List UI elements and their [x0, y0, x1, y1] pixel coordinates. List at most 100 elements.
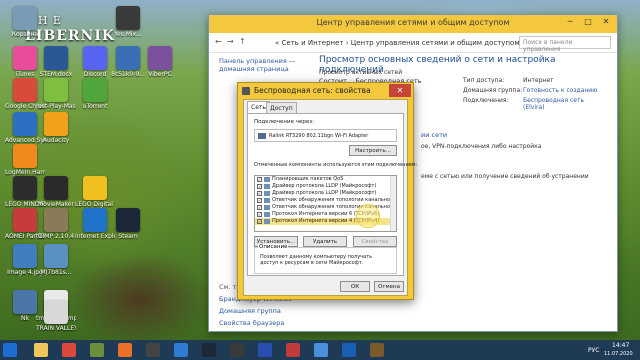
component-checkbox[interactable]: ✓ — [257, 177, 262, 182]
wireless-properties-dialog[interactable]: Беспроводная сеть: свойства ✕ Сеть Досту… — [237, 82, 418, 300]
cp-home-link-1[interactable]: Панель управления — — [219, 57, 295, 65]
desktop-icon[interactable]: Audacity — [36, 112, 76, 144]
component-label: Драйвер протокола LLDP (Майкрософт) — [272, 190, 377, 196]
cp-title-bar[interactable]: Центр управления сетями и общим доступом… — [209, 15, 617, 33]
forward-icon[interactable]: → — [227, 37, 234, 46]
minimize-button[interactable]: ─ — [561, 15, 579, 29]
component-icon — [264, 205, 270, 210]
up-icon[interactable]: ↑ — [239, 37, 246, 46]
network-adapter-icon — [242, 87, 250, 95]
app-icon — [44, 208, 68, 232]
app-icon — [13, 112, 37, 136]
desktop-icon[interactable]: STEM.docx — [36, 46, 76, 78]
homegroup-link[interactable]: Домашняя группа — [219, 307, 281, 315]
components-label: Отмеченные компоненты используются этим … — [254, 162, 418, 168]
q-app-icon[interactable] — [258, 343, 272, 357]
remove-button[interactable]: Удалить — [303, 236, 347, 247]
component-checkbox[interactable]: ✓ — [257, 212, 262, 217]
app-icon — [83, 78, 107, 102]
minecraft-icon[interactable] — [90, 343, 104, 357]
app-icon — [83, 176, 107, 200]
app-icon — [44, 112, 68, 136]
store-icon[interactable] — [174, 343, 188, 357]
desktop-icon-label: Корзина — [11, 31, 39, 38]
steam-icon[interactable] — [202, 343, 216, 357]
active-networks-label: Просмотр активных сетей — [319, 69, 403, 76]
component-checkbox[interactable]: ✓ — [257, 198, 262, 203]
desktop-icon[interactable]: TRAIN VALLEY.lnk — [36, 300, 76, 332]
dialog-close-button[interactable]: ✕ — [389, 84, 411, 97]
settings-icon[interactable] — [146, 343, 160, 357]
firefox-icon[interactable] — [118, 343, 132, 357]
component-checkbox[interactable]: ✓ — [257, 205, 262, 210]
file-explorer-icon[interactable] — [34, 343, 48, 357]
dialog-title-bar[interactable]: Беспроводная сеть: свойства ✕ — [238, 83, 413, 99]
desktop-icon-label: LogMeIn Hamachi — [5, 169, 45, 176]
paint-icon[interactable] — [286, 343, 300, 357]
desktop-icon[interactable]: Корзина — [5, 6, 45, 38]
configure-button[interactable]: Настроить... — [349, 145, 397, 156]
outlook-icon[interactable] — [342, 343, 356, 357]
desktop-icon[interactable]: LEGO Digital Designer — [75, 176, 115, 208]
desktop-icon[interactable]: Yes Mix... — [108, 6, 148, 38]
app-icon — [44, 300, 68, 324]
maximize-button[interactable]: □ — [579, 15, 597, 29]
desktop-icon-label: ViberPC — [148, 71, 172, 78]
desktop-icon[interactable]: uTorrent — [75, 78, 115, 110]
component-label: Драйвер протокола LLDP (Майкрософт) — [272, 183, 377, 189]
desktop-icon-label: MovieMaker — [37, 201, 75, 208]
desktop-icon[interactable]: ViberPC — [140, 46, 180, 78]
component-row[interactable]: ✓ Драйвер протокола LLDP (Майкрософт) — [255, 190, 396, 197]
clock-time[interactable]: 14:47 — [612, 342, 629, 349]
components-scrollbar[interactable] — [390, 176, 396, 231]
component-checkbox[interactable]: ✓ — [257, 191, 262, 196]
tab-access[interactable]: Доступ — [266, 102, 297, 113]
connect-via-label: Подключение через: — [254, 119, 314, 125]
homegroup-value[interactable]: Готовность к созданию — [523, 87, 597, 94]
back-icon[interactable]: ← — [215, 37, 222, 46]
access-type-label: Тип доступа: — [463, 77, 505, 84]
desktop-icon[interactable]: LogMeIn Hamachi — [5, 144, 45, 176]
desktop-icon[interactable]: Just-Play-Mass... — [36, 78, 76, 110]
browser-props-link[interactable]: Свойства браузера — [219, 319, 284, 327]
component-checkbox[interactable]: ✓ — [257, 184, 262, 189]
app-icon — [13, 176, 37, 200]
component-row[interactable]: ✓ Планировщик пакетов QoS — [255, 176, 396, 183]
desktop-icon[interactable]: GIMP 2.10.4 — [36, 208, 76, 240]
app-icon — [13, 78, 37, 102]
cp-home-link-2[interactable]: домашняя страница — [219, 65, 289, 73]
cursor-highlight — [356, 204, 380, 228]
adapter-box: Ralink RT3290 802.11bgn Wi-Fi Adapter — [254, 129, 397, 142]
app-icon — [44, 176, 68, 200]
description-text: Позволяет данному компьютеру получать до… — [260, 254, 373, 266]
component-icon — [264, 191, 270, 196]
breadcrumb[interactable]: « Сеть и Интернет › Центр управления сет… — [275, 39, 520, 47]
start-button[interactable] — [3, 343, 17, 357]
language-indicator[interactable]: РУС — [588, 347, 599, 354]
close-button[interactable]: ✕ — [597, 15, 615, 29]
clock-date[interactable]: 11.07.2020 — [604, 351, 633, 357]
component-row[interactable]: ✓ Ответчик обнаружения топологии канально… — [255, 197, 396, 204]
calculator-icon[interactable] — [230, 343, 244, 357]
game-app-icon[interactable] — [370, 343, 384, 357]
change-settings-link[interactable]: ии сети — [421, 131, 447, 139]
chrome-icon[interactable] — [62, 343, 76, 357]
component-row[interactable]: ✓ Драйвер протокола LLDP (Майкрософт) — [255, 183, 396, 190]
component-checkbox[interactable]: ✓ — [257, 219, 262, 224]
search-input[interactable]: Поиск в панели управления — [519, 36, 611, 53]
desktop-icon[interactable]: MJ7b81s... — [36, 244, 76, 276]
taskbar: РУС 14:47 11.07.2020 — [0, 340, 640, 360]
properties-button[interactable]: Свойства — [353, 236, 397, 247]
cancel-button[interactable]: Отмена — [374, 281, 404, 292]
connection-link[interactable]: Беспроводная сеть (Elvira) — [523, 97, 603, 111]
desktop-icon-label: GIMP 2.10.4 — [37, 233, 75, 240]
ok-button[interactable]: ОК — [340, 281, 370, 292]
desktop-icon[interactable]: Steam — [108, 208, 148, 240]
component-label: Планировщик пакетов QoS — [272, 176, 344, 182]
desktop-icon[interactable]: MovieMaker — [36, 176, 76, 208]
photos-icon[interactable] — [314, 343, 328, 357]
description-group: Описание Позволяет данному компьютеру по… — [254, 244, 397, 274]
app-icon — [13, 290, 37, 314]
component-icon — [264, 212, 270, 217]
app-icon — [116, 6, 140, 30]
